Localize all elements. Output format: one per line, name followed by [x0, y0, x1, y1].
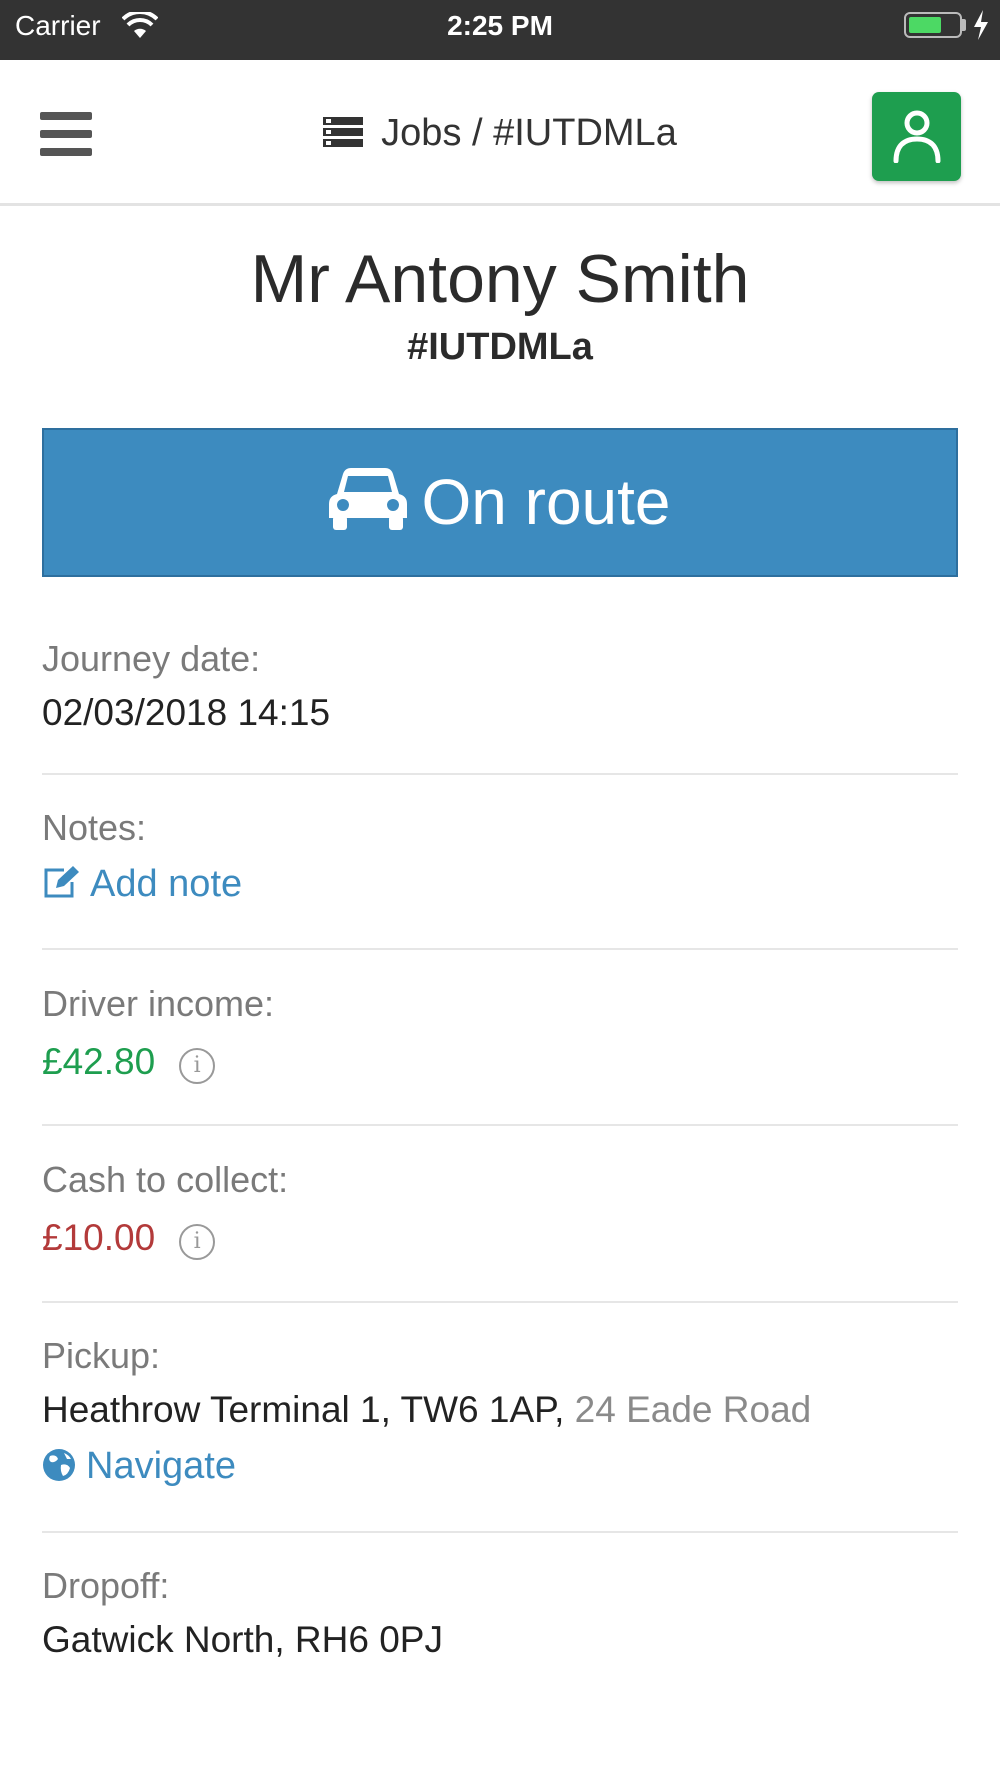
pickup-address-main: Heathrow Terminal 1, TW6 1AP, — [42, 1389, 565, 1430]
cash-to-collect-value: £10.00 — [42, 1217, 156, 1258]
cash-to-collect-label: Cash to collect: — [42, 1159, 289, 1200]
list-icon — [323, 117, 364, 147]
breadcrumb: Jobs / #IUTDMLa — [381, 112, 677, 154]
notes-field: Notes: Add note — [42, 807, 958, 906]
globe-icon — [43, 1449, 75, 1481]
info-icon[interactable]: i — [179, 1048, 216, 1084]
profile-button[interactable] — [872, 92, 961, 181]
driver-income-value: £42.80 — [42, 1041, 156, 1082]
add-note-label: Add note — [90, 863, 243, 905]
cash-to-collect-row: £10.00 i — [42, 1217, 958, 1260]
job-reference: #IUTDMLa — [407, 326, 593, 368]
journey-date-value: 02/03/2018 14:15 — [42, 692, 331, 733]
pickup-label: Pickup: — [42, 1335, 161, 1376]
user-icon — [893, 110, 941, 163]
divider — [42, 1531, 958, 1533]
journey-date-label: Journey date: — [42, 638, 261, 679]
dropoff-field: Dropoff: Gatwick North, RH6 0PJ — [42, 1565, 958, 1661]
battery-icon — [904, 12, 962, 38]
pickup-address: Heathrow Terminal 1, TW6 1AP, 24 Eade Ro… — [42, 1389, 958, 1431]
charging-icon — [974, 10, 988, 40]
pickup-address-extra: 24 Eade Road — [574, 1389, 812, 1430]
driver-income-field: Driver income: £42.80 i — [42, 983, 958, 1084]
navigate-link[interactable]: Navigate — [42, 1445, 958, 1488]
dropoff-address: Gatwick North, RH6 0PJ — [42, 1619, 443, 1660]
navigate-label: Navigate — [86, 1445, 236, 1487]
dropoff-label: Dropoff: — [42, 1565, 170, 1606]
divider — [42, 773, 958, 775]
divider — [42, 1124, 958, 1126]
divider — [42, 1301, 958, 1303]
info-icon[interactable]: i — [179, 1224, 216, 1260]
status-bar: Carrier 2:25 PM — [0, 0, 1000, 60]
customer-name: Mr Antony Smith — [250, 241, 750, 317]
status-label: On route — [421, 466, 671, 538]
notes-label: Notes: — [42, 807, 147, 848]
app-header: Jobs / #IUTDMLa — [0, 60, 1000, 206]
pickup-field: Pickup: Heathrow Terminal 1, TW6 1AP, 24… — [42, 1335, 958, 1488]
battery-tip — [962, 19, 966, 31]
car-icon — [329, 468, 408, 530]
driver-income-row: £42.80 i — [42, 1041, 958, 1084]
cash-to-collect-field: Cash to collect: £10.00 i — [42, 1159, 958, 1260]
job-status-button[interactable]: On route — [42, 428, 958, 577]
add-note-link[interactable]: Add note — [42, 863, 958, 906]
page-title: Jobs / #IUTDMLa — [0, 112, 1000, 155]
divider — [42, 948, 958, 950]
clock: 2:25 PM — [447, 10, 553, 41]
journey-date-field: Journey date: 02/03/2018 14:15 — [42, 638, 958, 734]
driver-income-label: Driver income: — [42, 983, 275, 1024]
edit-icon — [44, 866, 79, 898]
